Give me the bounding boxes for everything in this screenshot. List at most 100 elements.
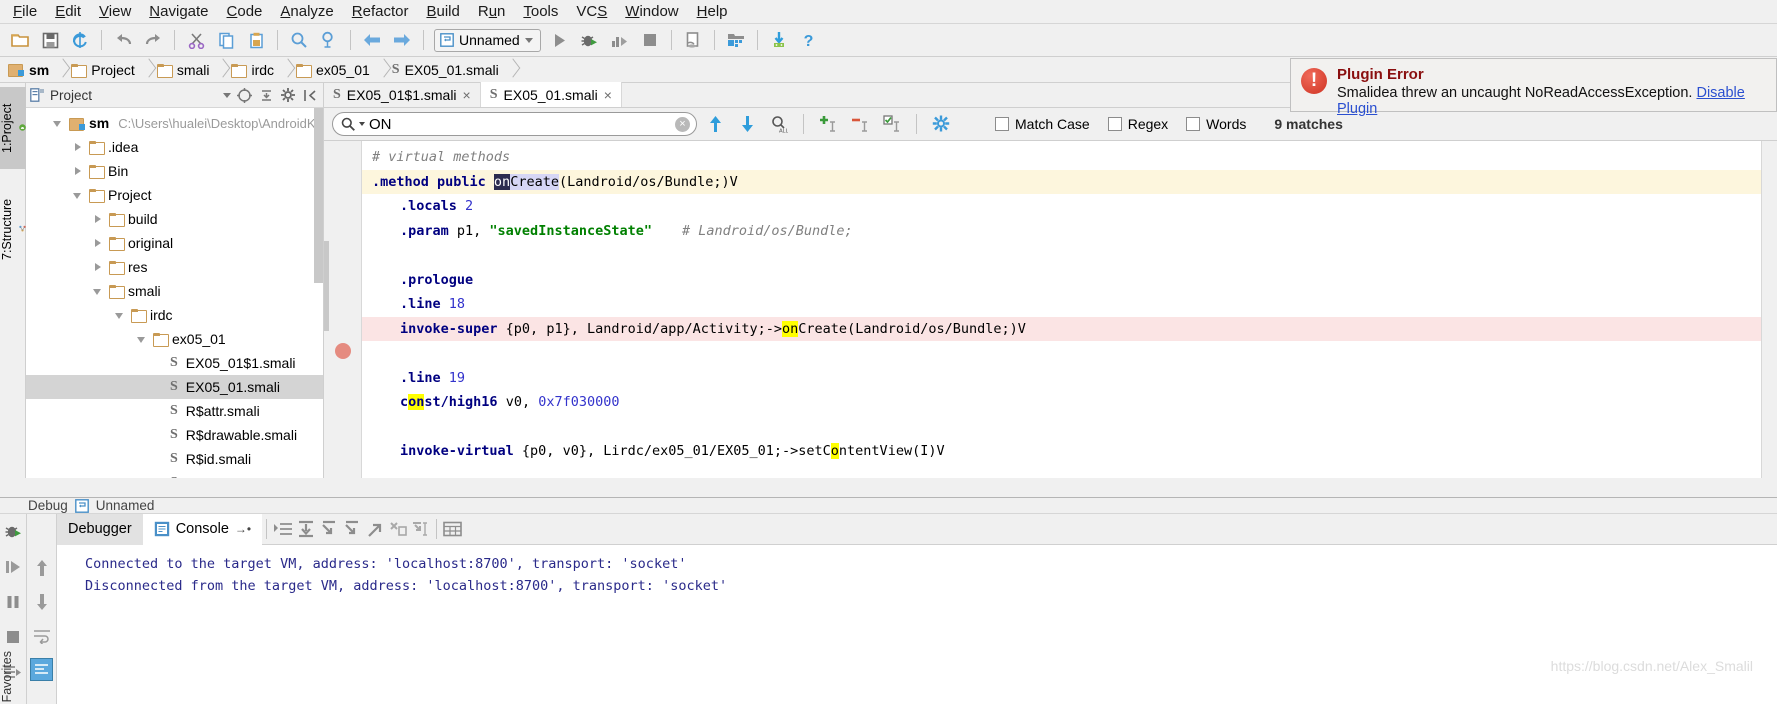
tree-item-r-drawable-smali[interactable]: S R$drawable.smali	[26, 423, 323, 447]
editor-right-gutter[interactable]	[1761, 141, 1777, 478]
debug-rerun-icon[interactable]	[2, 520, 25, 543]
close-icon[interactable]: ×	[463, 87, 471, 103]
breakpoint-marker[interactable]	[335, 343, 351, 359]
find-next-icon[interactable]	[735, 112, 759, 136]
project-tree[interactable]: sm C:\Users\hualei\Desktop\AndroidKi .id…	[26, 108, 323, 478]
plugin-error-notification[interactable]: ! Plugin Error Smalidea threw an uncaugh…	[1290, 58, 1777, 117]
chevron-right-icon[interactable]	[92, 237, 105, 250]
tree-item-idea[interactable]: .idea	[26, 135, 323, 159]
forward-icon[interactable]	[389, 27, 415, 53]
scroll-up-icon[interactable]	[30, 556, 53, 579]
chevron-down-icon[interactable]	[524, 37, 533, 43]
tab-ex05-01-1-smali[interactable]: S EX05_01$1.smali ×	[324, 82, 481, 107]
menu-item-analyze[interactable]: Analyze	[271, 1, 342, 22]
search-input[interactable]: ON ×	[332, 112, 697, 136]
chevron-down-icon[interactable]	[114, 309, 127, 322]
debug-icon[interactable]	[577, 27, 603, 53]
stop-icon[interactable]	[637, 27, 663, 53]
tree-item-r-attr-smali[interactable]: S R$attr.smali	[26, 399, 323, 423]
tree-item-smali[interactable]: smali	[26, 279, 323, 303]
menu-item-vcs[interactable]: VCS	[567, 1, 616, 22]
cut-icon[interactable]	[183, 27, 209, 53]
menu-item-build[interactable]: Build	[417, 1, 468, 22]
menu-item-run[interactable]: Run	[469, 1, 515, 22]
tree-item-build[interactable]: build	[26, 207, 323, 231]
breadcrumb-item-irdc[interactable]: irdc	[231, 62, 278, 78]
scroll-down-icon[interactable]	[30, 590, 53, 613]
breadcrumb-item-file[interactable]: S EX05_01.smali	[392, 62, 503, 78]
menu-item-help[interactable]: Help	[688, 1, 737, 22]
tree-item-res[interactable]: res	[26, 255, 323, 279]
checkbox-box[interactable]	[995, 117, 1009, 131]
editor-scrollbar[interactable]	[324, 241, 329, 331]
menu-item-tools[interactable]: Tools	[514, 1, 567, 22]
tree-item-r-layout-smali[interactable]: S R$layout.smali	[26, 471, 323, 478]
settings-gear-icon[interactable]	[280, 87, 297, 104]
tree-item-sm[interactable]: sm C:\Users\hualei\Desktop\AndroidKi	[26, 111, 323, 135]
code-text[interactable]: # virtual methods .method public onCreat…	[362, 141, 1777, 478]
menu-item-window[interactable]: Window	[616, 1, 687, 22]
drop-frame-icon[interactable]	[386, 518, 409, 541]
device-monitor-icon[interactable]	[680, 27, 706, 53]
chevron-down-icon[interactable]	[136, 333, 149, 346]
step-out-icon[interactable]	[363, 518, 386, 541]
menu-item-file[interactable]: File	[4, 1, 46, 22]
find-icon[interactable]	[286, 27, 312, 53]
save-all-icon[interactable]	[37, 27, 63, 53]
run-configuration-selector[interactable]: Unnamed	[434, 28, 541, 52]
scroll-to-end-icon[interactable]	[30, 658, 53, 681]
tree-item-ex05-01[interactable]: ex05_01	[26, 327, 323, 351]
open-folder-icon[interactable]	[7, 27, 33, 53]
chevron-right-icon[interactable]	[92, 261, 105, 274]
breadcrumb-item-ex05-01[interactable]: ex05_01	[296, 62, 374, 78]
soft-wrap-icon[interactable]	[30, 624, 53, 647]
step-into-icon[interactable]	[317, 518, 340, 541]
chevron-right-icon[interactable]	[72, 141, 85, 154]
tab-debugger[interactable]: Debugger	[57, 513, 143, 545]
chevron-right-icon[interactable]	[72, 165, 85, 178]
resume-program-icon[interactable]	[2, 555, 25, 578]
checkbox-box[interactable]	[1186, 117, 1201, 131]
tree-item-original[interactable]: original	[26, 231, 323, 255]
find-all-icon[interactable]: ALL	[767, 112, 791, 136]
sidebar-item-favorites[interactable]: Favorites	[0, 651, 26, 702]
back-icon[interactable]	[359, 27, 385, 53]
regex-checkbox[interactable]: Regex	[1107, 116, 1168, 132]
sidebar-item-project[interactable]: 1:Project	[0, 87, 26, 169]
replace-icon[interactable]	[316, 27, 342, 53]
add-occurrence-icon[interactable]	[816, 112, 840, 136]
run-icon[interactable]	[547, 27, 573, 53]
breadcrumb-item-project[interactable]: Project	[71, 62, 139, 78]
menu-item-view[interactable]: View	[90, 1, 140, 22]
chevron-down-icon[interactable]	[72, 189, 85, 202]
chevron-down-icon[interactable]	[52, 117, 65, 130]
tree-item-project[interactable]: Project	[26, 183, 323, 207]
breadcrumb-item-smali[interactable]: smali	[156, 62, 214, 78]
chevron-right-icon[interactable]	[92, 213, 105, 226]
hide-panel-icon[interactable]	[302, 87, 319, 104]
editor-gutter[interactable]	[324, 141, 362, 478]
tree-item-ex05-01-smali[interactable]: S EX05_01.smali	[26, 375, 323, 399]
tree-item-ex05-01-1-smali[interactable]: S EX05_01$1.smali	[26, 351, 323, 375]
clear-search-icon[interactable]: ×	[675, 116, 690, 132]
redo-icon[interactable]	[140, 27, 166, 53]
tree-item-r-id-smali[interactable]: S R$id.smali	[26, 447, 323, 471]
collapse-all-icon[interactable]	[258, 87, 275, 104]
sync-refresh-icon[interactable]	[67, 27, 93, 53]
tree-item-irdc[interactable]: irdc	[26, 303, 323, 327]
close-icon[interactable]: ×	[604, 87, 612, 103]
chevron-down-icon[interactable]	[92, 285, 105, 298]
copy-icon[interactable]	[213, 27, 239, 53]
evaluate-expression-icon[interactable]	[441, 518, 464, 541]
undo-icon[interactable]	[110, 27, 136, 53]
step-over-icon[interactable]	[294, 518, 317, 541]
breadcrumb-item-sm[interactable]: sm	[8, 62, 53, 78]
menu-item-refactor[interactable]: Refactor	[343, 1, 418, 22]
remove-occurrence-icon[interactable]	[848, 112, 872, 136]
menu-item-edit[interactable]: Edit	[46, 1, 90, 22]
select-all-occurrences-icon[interactable]	[880, 112, 904, 136]
menu-item-code[interactable]: Code	[218, 1, 272, 22]
tab-ex05-01-smali[interactable]: S EX05_01.smali ×	[480, 82, 622, 107]
force-step-into-icon[interactable]	[340, 518, 363, 541]
tab-console[interactable]: Console →•	[142, 513, 263, 545]
